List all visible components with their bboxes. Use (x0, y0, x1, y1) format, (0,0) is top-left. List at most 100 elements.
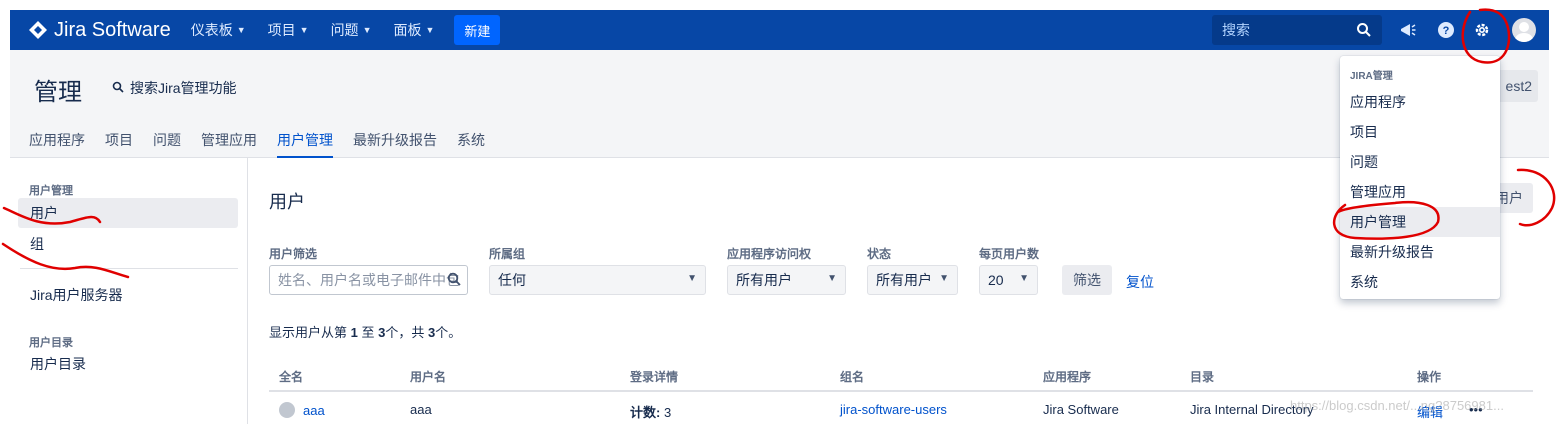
dropdown-item-user-management[interactable]: 用户管理 (1340, 207, 1500, 237)
group-filter-select[interactable]: 任何 ▼ (489, 265, 706, 295)
tab-user-management[interactable]: 用户管理 (277, 130, 333, 158)
sidebar-section-user-management: 用户管理 (29, 185, 73, 197)
table-header-row: 全名 用户名 登录详情 组名 应用程序 目录 操作 (269, 364, 1533, 392)
perpage-filter-select[interactable]: 20 ▼ (979, 265, 1038, 295)
chevron-down-icon: ▼ (827, 273, 837, 284)
column-header-groups: 组名 (840, 370, 865, 384)
user-filter-placeholder: 姓名、用户名或电子邮件中包 (278, 272, 460, 288)
user-avatar[interactable] (1512, 18, 1536, 42)
dropdown-item-system[interactable]: 系统 (1340, 267, 1500, 297)
brand-name: Jira Software (54, 18, 171, 41)
summary-suffix2: 个。 (435, 325, 462, 340)
admin-header: 管理 搜索Jira管理功能 est2 应用程序 项目 问题 管理应用 用户管理 … (10, 50, 1549, 158)
access-filter-value: 所有用户 (736, 272, 792, 288)
user-login-cell: 计数: 3 (630, 402, 671, 421)
results-summary: 显示用户从第 1 至 3个，共 3个。 (269, 322, 461, 341)
sidebar-section-user-directory: 用户目录 (29, 337, 73, 349)
main-heading: 用户 (269, 192, 305, 212)
column-header-directory: 目录 (1190, 370, 1215, 384)
tab-projects[interactable]: 项目 (105, 130, 133, 158)
avatar (279, 402, 295, 418)
sidebar: 用户管理 用户 组 Jira用户服务器 用户目录 用户目录 (10, 158, 248, 424)
partial-header-button-label: est2 (1505, 78, 1532, 94)
settings-gear-icon[interactable] (1472, 20, 1492, 40)
admin-search-link[interactable]: 搜索Jira管理功能 (112, 78, 237, 98)
admin-search-label: 搜索Jira管理功能 (130, 80, 237, 96)
search-icon (447, 272, 461, 289)
user-group-link[interactable]: jira-software-users (840, 402, 947, 417)
login-count-value: 3 (663, 405, 672, 420)
group-filter-label: 所属组 (489, 247, 526, 261)
top-navigation-bar: Jira Software 仪表板 ▼ 项目 ▼ 问题 ▼ 面板 ▼ 新建 搜索 ? (10, 10, 1549, 50)
user-filter-input[interactable]: 姓名、用户名或电子邮件中包 (269, 265, 468, 295)
user-fullname-cell[interactable]: aaa (279, 402, 325, 418)
chevron-down-icon: ▼ (299, 25, 309, 35)
summary-prefix: 显示用户从第 (269, 325, 351, 340)
menu-projects[interactable]: 项目 ▼ (268, 20, 309, 40)
summary-from: 1 (350, 325, 358, 340)
column-header-username[interactable]: 用户名 (410, 368, 446, 385)
dropdown-item-upgrade-report[interactable]: 最新升级报告 (1340, 237, 1500, 267)
perpage-filter-label: 每页用户数 (979, 247, 1040, 261)
jira-logo-link[interactable]: Jira Software (28, 19, 171, 42)
column-header-applications: 应用程序 (1043, 370, 1092, 384)
menu-boards[interactable]: 面板 ▼ (393, 20, 434, 40)
group-filter-value: 任何 (498, 272, 526, 288)
svg-text:?: ? (1443, 25, 1450, 37)
column-header-login: 登录详情 (630, 370, 679, 384)
user-filter-label: 用户筛选 (269, 247, 318, 261)
chevron-down-icon: ▼ (236, 25, 246, 35)
summary-suffix1: 个，共 (385, 325, 428, 340)
sidebar-item-groups[interactable]: 组 (18, 229, 238, 259)
users-table: 全名 用户名 登录详情 组名 应用程序 目录 操作 aaa aaa 计数: 3 … (269, 364, 1533, 424)
summary-mid: 至 (357, 325, 379, 340)
search-placeholder: 搜索 (1222, 22, 1250, 38)
admin-settings-dropdown: JIRA管理 应用程序 项目 问题 管理应用 用户管理 最新升级报告 系统 (1340, 56, 1500, 299)
notifications-megaphone-icon[interactable] (1398, 20, 1418, 40)
tab-manage-apps[interactable]: 管理应用 (201, 130, 257, 158)
tab-upgrade-report[interactable]: 最新升级报告 (353, 130, 437, 158)
menu-boards-label: 面板 (393, 22, 422, 38)
status-filter-value: 所有用户 (876, 272, 932, 288)
chevron-down-icon: ▼ (1019, 273, 1029, 284)
column-header-fullname[interactable]: 全名 (279, 368, 303, 385)
dropdown-heading: JIRA管理 (1350, 71, 1393, 82)
tab-system[interactable]: 系统 (457, 130, 485, 158)
chevron-down-icon: ▼ (687, 273, 697, 284)
column-header-actions: 操作 (1417, 370, 1442, 384)
search-icon (1357, 23, 1371, 37)
search-icon (112, 81, 124, 96)
sidebar-item-user-server[interactable]: Jira用户服务器 (18, 280, 238, 310)
dropdown-item-applications[interactable]: 应用程序 (1340, 87, 1500, 117)
dropdown-item-manage-apps[interactable]: 管理应用 (1340, 177, 1500, 207)
access-filter-select[interactable]: 所有用户 ▼ (727, 265, 846, 295)
main-menu: 仪表板 ▼ 项目 ▼ 问题 ▼ 面板 ▼ (191, 20, 457, 40)
dropdown-item-issues[interactable]: 问题 (1340, 147, 1500, 177)
perpage-filter-value: 20 (988, 272, 1004, 288)
jira-logo-icon (29, 21, 47, 39)
sidebar-item-users[interactable]: 用户 (18, 198, 238, 228)
watermark: https://blog.csdn.net/...ng?8756981... (1290, 398, 1504, 413)
menu-dashboards[interactable]: 仪表板 ▼ (191, 20, 246, 40)
user-fullname-link[interactable]: aaa (303, 403, 325, 418)
chevron-down-icon: ▼ (425, 25, 435, 35)
menu-issues-label: 问题 (330, 22, 359, 38)
menu-dashboards-label: 仪表板 (190, 22, 233, 38)
tab-applications[interactable]: 应用程序 (29, 130, 85, 158)
reset-link[interactable]: 复位 (1126, 272, 1154, 292)
admin-tabs: 应用程序 项目 问题 管理应用 用户管理 最新升级报告 系统 (29, 130, 505, 158)
sidebar-divider (20, 268, 238, 269)
sidebar-item-user-directory[interactable]: 用户目录 (18, 349, 238, 379)
status-filter-select[interactable]: 所有用户 ▼ (867, 265, 958, 295)
dropdown-item-projects[interactable]: 项目 (1340, 117, 1500, 147)
tab-issues[interactable]: 问题 (153, 130, 181, 158)
status-filter-label: 状态 (867, 247, 892, 261)
create-button[interactable]: 新建 (454, 15, 501, 45)
chevron-down-icon: ▼ (939, 273, 949, 284)
global-search-input[interactable]: 搜索 (1212, 15, 1382, 45)
help-icon[interactable]: ? (1436, 20, 1456, 40)
chevron-down-icon: ▼ (362, 25, 372, 35)
login-count-label: 计数: (630, 405, 661, 420)
menu-issues[interactable]: 问题 ▼ (331, 20, 372, 40)
filter-button[interactable]: 筛选 (1062, 265, 1112, 295)
